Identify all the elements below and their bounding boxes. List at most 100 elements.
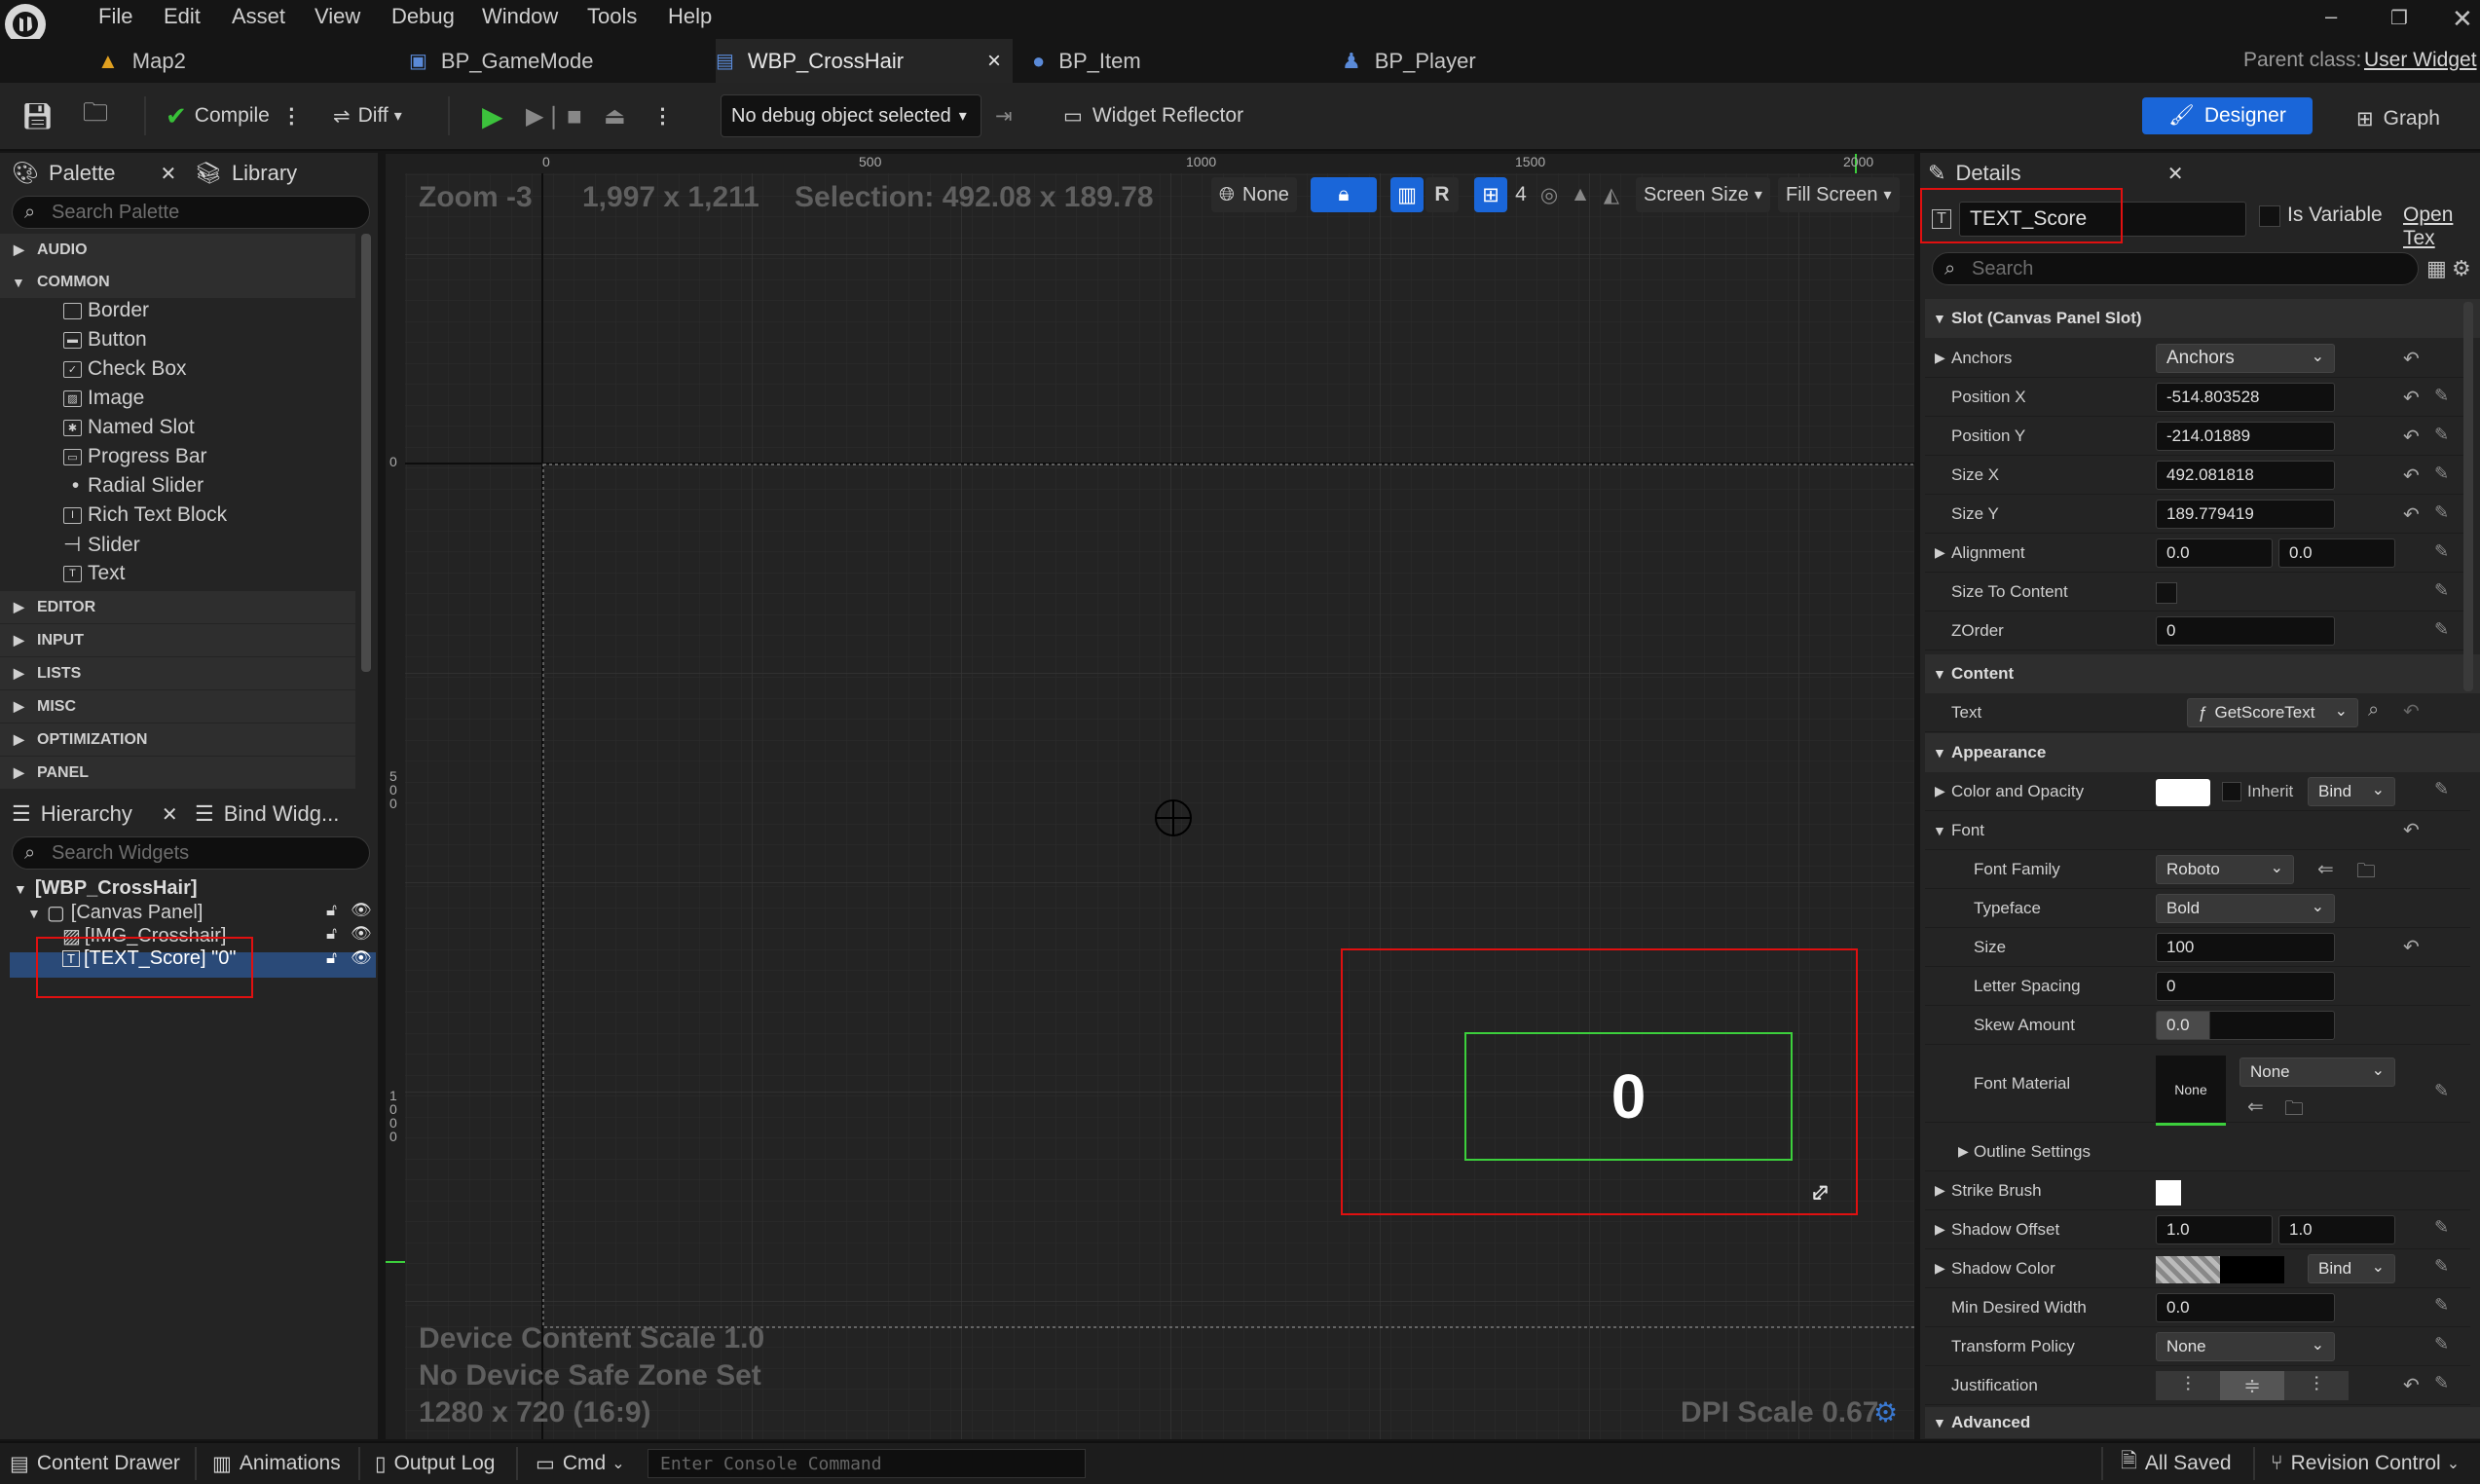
flip-icon[interactable]: ◭	[1597, 177, 1626, 212]
grid-snap-button[interactable]: ⊞	[1474, 177, 1507, 212]
reset-icon[interactable]: ↶	[2403, 699, 2420, 723]
justify-left-button[interactable]: ⫶	[2156, 1371, 2220, 1400]
font-material-dropdown[interactable]: None ⌄	[2239, 1057, 2395, 1087]
hierarchy-search-input[interactable]: ⌕ Search Widgets	[12, 836, 370, 870]
size-to-content-checkbox[interactable]	[2156, 582, 2177, 604]
close-tab-icon[interactable]: ✕	[160, 162, 176, 186]
cursor-icon[interactable]: ◎	[1535, 177, 1564, 212]
palette-item-progress-bar[interactable]: ▭ Progress Bar	[63, 445, 207, 468]
strike-brush-swatch[interactable]	[2156, 1180, 2181, 1206]
category-misc[interactable]: ▶ MISC	[0, 690, 355, 723]
close-tab-icon[interactable]: ✕	[162, 802, 178, 827]
menu-file[interactable]: File	[98, 4, 132, 29]
browse-button[interactable]: 🗀	[83, 94, 108, 137]
pin-icon[interactable]: ✎	[2434, 541, 2449, 562]
shadow-bind-dropdown[interactable]: Bind ⌄	[2308, 1254, 2395, 1283]
category-input[interactable]: ▶ INPUT	[0, 624, 355, 656]
section-advanced[interactable]: ▼ Advanced	[1925, 1407, 2480, 1438]
localization-button[interactable]: 🌐︎ None	[1211, 177, 1297, 212]
alignment-x-field[interactable]: 0.0	[2156, 538, 2273, 568]
text-binding-dropdown[interactable]: ƒ GetScoreText ⌄	[2187, 698, 2358, 727]
play-button[interactable]: ▶	[482, 94, 503, 137]
fill-screen-dropdown[interactable]: Fill Screen ▾	[1778, 177, 1900, 212]
cmd-dropdown[interactable]: ▭ Cmd ⌄	[536, 1443, 625, 1484]
palette-item-named-slot[interactable]: ✱ Named Slot	[63, 416, 195, 439]
debug-browse-button[interactable]: ⇥	[995, 94, 1013, 137]
reset-icon[interactable]: ↶	[2403, 464, 2420, 488]
reset-icon[interactable]: ↶	[2403, 386, 2420, 410]
menu-view[interactable]: View	[315, 4, 360, 29]
eject-button[interactable]: ⏏	[604, 94, 626, 137]
diff-button[interactable]: ⇌ Diff ▾	[333, 94, 402, 137]
font-family-dropdown[interactable]: Roboto ⌄	[2156, 855, 2294, 884]
pin-icon[interactable]: ✎	[2434, 619, 2449, 640]
compile-button[interactable]: ✔ Compile ⋮	[166, 94, 302, 137]
widget-reflector-button[interactable]: ▭ Widget Reflector	[1063, 94, 1243, 137]
tab-library[interactable]: 📚︎ Library	[195, 153, 297, 194]
minimize-button[interactable]: –	[2325, 4, 2337, 29]
pin-icon[interactable]: ✎	[2434, 1256, 2449, 1277]
is-variable-checkbox[interactable]	[2259, 205, 2280, 227]
step-button[interactable]: ▶❘	[526, 94, 564, 137]
search-icon[interactable]: ⌕	[2368, 699, 2379, 722]
palette-item-slider[interactable]: ⊣ Slider	[63, 533, 140, 557]
size-y-field[interactable]: 189.779419	[2156, 500, 2335, 529]
browse-folder-icon[interactable]: 🗀	[2284, 1094, 2304, 1128]
section-content[interactable]: ▼ Content	[1925, 654, 2480, 693]
tab-hierarchy[interactable]: ☰ Hierarchy ✕	[12, 794, 178, 835]
use-selected-icon[interactable]: ⇐	[2247, 1094, 2264, 1119]
tab-palette[interactable]: 🎨︎ Palette ✕	[12, 153, 176, 194]
revision-control-button[interactable]: ⑂ Revision Control ⌄	[2271, 1443, 2460, 1484]
category-panel[interactable]: ▶ PANEL	[0, 757, 355, 789]
grid-size-value[interactable]: 4	[1509, 177, 1533, 212]
preview-icon[interactable]: ▲	[1566, 177, 1595, 212]
stop-button[interactable]: ■	[567, 94, 582, 137]
reset-icon[interactable]: ↶	[2403, 1373, 2420, 1397]
eye-icon[interactable]: 👁︎	[351, 901, 372, 920]
palette-item-checkbox[interactable]: ✓ Check Box	[63, 357, 187, 381]
lock-icon[interactable]: 🔓︎	[326, 924, 337, 944]
tab-bp-player[interactable]: ♟ BP_Player	[1342, 39, 1634, 83]
browse-folder-icon[interactable]: 🗀	[2356, 857, 2376, 890]
more-options-icon[interactable]: ⋮	[281, 104, 302, 129]
pin-icon[interactable]: ✎	[2434, 502, 2449, 523]
position-y-field[interactable]: -214.01889	[2156, 422, 2335, 451]
inherit-checkbox[interactable]	[2222, 782, 2241, 801]
position-x-field[interactable]: -514.803528	[2156, 383, 2335, 412]
tab-map2[interactable]: ▲ Map2	[97, 39, 389, 83]
reset-icon[interactable]: ↶	[2403, 502, 2420, 527]
pin-icon[interactable]: ✎	[2434, 464, 2449, 484]
shadow-color-swatch-opaque[interactable]	[2220, 1256, 2284, 1283]
palette-item-radial-slider[interactable]: • Radial Slider	[63, 474, 204, 498]
reset-icon[interactable]: ↶	[2403, 935, 2420, 959]
section-slot[interactable]: ▼ Slot (Canvas Panel Slot)	[1925, 299, 2480, 338]
screen-size-dropdown[interactable]: Screen Size ▾	[1636, 177, 1770, 212]
skew-field[interactable]: 0.0	[2156, 1011, 2335, 1040]
category-editor[interactable]: ▶ EDITOR	[0, 591, 355, 623]
justify-right-button[interactable]: ⫶	[2284, 1371, 2349, 1400]
designer-canvas[interactable]: 0 500 1000 1500 2000 0 500 1000 Zoom -3 …	[386, 154, 1914, 1439]
shadow-color-swatch[interactable]	[2156, 1256, 2220, 1283]
pin-icon[interactable]: ✎	[2434, 1373, 2449, 1393]
transform-policy-dropdown[interactable]: None ⌄	[2156, 1332, 2335, 1361]
category-optimization[interactable]: ▶ OPTIMIZATION	[0, 723, 355, 756]
settings-gear-icon[interactable]: ⚙	[2452, 256, 2471, 281]
palette-scrollbar[interactable]	[361, 234, 371, 672]
tab-bp-item[interactable]: ● BP_Item	[1032, 39, 1324, 83]
close-tab-icon[interactable]: ×	[987, 48, 1001, 75]
color-bind-dropdown[interactable]: Bind ⌄	[2308, 777, 2395, 806]
pin-icon[interactable]: ✎	[2434, 1295, 2449, 1316]
use-selected-icon[interactable]: ⇐	[2317, 857, 2334, 881]
gear-icon[interactable]: ⚙	[1873, 1396, 1898, 1428]
palette-item-image[interactable]: ▨ Image	[63, 387, 144, 410]
details-scrollbar[interactable]	[2463, 302, 2473, 691]
section-appearance[interactable]: ▼ Appearance	[1925, 733, 2480, 772]
tab-wbp-crosshair[interactable]: ▤ WBP_CrossHair ×	[716, 39, 1013, 83]
lock-icon[interactable]: 🔓︎	[326, 948, 337, 968]
typeface-dropdown[interactable]: Bold ⌄	[2156, 894, 2335, 923]
material-thumbnail[interactable]: None	[2156, 1056, 2226, 1126]
tab-bp-gamemode[interactable]: ▣ BP_GameMode	[409, 39, 706, 83]
close-window-button[interactable]: ✕	[2452, 4, 2473, 34]
pin-icon[interactable]: ✎	[2434, 1081, 2449, 1101]
tab-bind-widgets[interactable]: ☰ Bind Widg...	[195, 794, 339, 835]
